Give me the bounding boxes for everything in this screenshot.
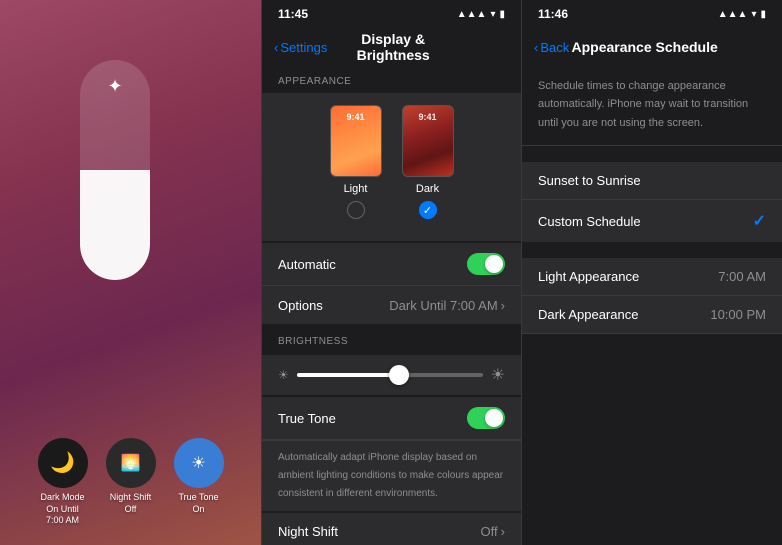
night-shift-button[interactable]: 🌅 Night ShiftOff	[106, 438, 156, 527]
true-tone-toggle-knob	[485, 409, 503, 427]
true-tone-desc-text: Automatically adapt iPhone display based…	[278, 452, 503, 499]
custom-schedule-label: Custom Schedule	[538, 214, 641, 229]
true-tone-toggle[interactable]	[467, 407, 505, 429]
status-icons-3: ▲▲▲ ▾ ▮	[718, 9, 766, 20]
dark-radio[interactable]: ✓	[419, 201, 437, 219]
brightness-slider-widget[interactable]: ✦	[80, 60, 150, 280]
sun-icon: ✦	[107, 76, 122, 97]
night-shift-label: Night ShiftOff	[110, 492, 152, 515]
back-button[interactable]: ‹ Settings	[274, 40, 327, 55]
appearance-options-row: 9:41 Light 9:41 Dark ✓	[278, 105, 505, 219]
brightness-track[interactable]	[297, 373, 483, 377]
automatic-label: Automatic	[278, 257, 336, 272]
bottom-icon-row: 🌙 Dark ModeOn Until7:00 AM 🌅 Night Shift…	[0, 438, 261, 527]
night-shift-value: Off ›	[481, 524, 505, 539]
signal-icon: ▲▲▲	[457, 9, 487, 20]
page-title: Display & Brightness	[327, 31, 459, 63]
dark-mode-icon-circle: 🌙	[38, 438, 88, 488]
light-label: Light	[344, 183, 368, 195]
light-theme-preview: 9:41	[330, 105, 382, 177]
brightness-section-header: BRIGHTNESS	[262, 326, 521, 353]
options-value: Dark Until 7:00 AM ›	[389, 298, 505, 313]
status-time-3: 11:46	[538, 7, 568, 21]
back-chevron-icon: ‹	[274, 40, 278, 55]
nav-bar: ‹ Settings Display & Brightness	[262, 28, 521, 66]
back-label-3: Back	[540, 40, 569, 55]
page-title-3: Appearance Schedule	[569, 39, 720, 55]
dark-appearance-time: 10:00 PM	[710, 307, 766, 322]
chevron-icon: ›	[501, 524, 505, 539]
light-preview-time: 9:41	[331, 112, 381, 122]
schedule-desc-text: Schedule times to change appearance auto…	[538, 80, 748, 129]
chevron-icon: ›	[501, 298, 505, 313]
back-chevron-icon-3: ‹	[534, 40, 538, 55]
night-shift-row[interactable]: Night Shift Off ›	[262, 513, 521, 545]
sun-small-icon: ☀	[278, 368, 289, 382]
schedule-description: Schedule times to change appearance auto…	[522, 66, 782, 146]
light-radio[interactable]	[347, 201, 365, 219]
appearance-section: 9:41 Light 9:41 Dark ✓	[262, 93, 521, 241]
wifi-icon-3: ▾	[751, 9, 756, 20]
options-row[interactable]: Options Dark Until 7:00 AM ›	[262, 286, 521, 324]
true-tone-row: True Tone	[262, 397, 521, 440]
brightness-fill	[80, 170, 150, 280]
display-brightness-panel: 11:45 ▲▲▲ ▾ ▮ ‹ Settings Display & Brigh…	[261, 0, 522, 545]
options-label: Options	[278, 298, 323, 313]
checkmark-icon: ✓	[753, 211, 766, 231]
dark-label: Dark	[416, 183, 439, 195]
dark-appearance-row[interactable]: Dark Appearance 10:00 PM	[522, 296, 782, 334]
status-icons: ▲▲▲ ▾ ▮	[457, 9, 505, 20]
sunset-sunrise-option[interactable]: Sunset to Sunrise	[522, 162, 782, 200]
dark-theme-preview: 9:41	[402, 105, 454, 177]
wifi-icon: ▾	[490, 9, 495, 20]
true-tone-icon-circle: ☀	[174, 438, 224, 488]
automatic-row: Automatic	[262, 243, 521, 286]
true-tone-button[interactable]: ☀ True ToneOn	[174, 438, 224, 527]
appearance-schedule-panel: 11:46 ▲▲▲ ▾ ▮ ‹ Back Appearance Schedule…	[522, 0, 782, 545]
brightness-thumb[interactable]	[389, 365, 409, 385]
signal-icon-3: ▲▲▲	[718, 9, 748, 20]
automatic-toggle[interactable]	[467, 253, 505, 275]
dark-mode-label: Dark ModeOn Until7:00 AM	[40, 492, 84, 527]
sunset-sunrise-label: Sunset to Sunrise	[538, 173, 641, 188]
status-time: 11:45	[278, 7, 308, 21]
brightness-row: ☀ ☀	[278, 365, 505, 385]
brightness-fill-bar	[297, 373, 399, 377]
light-appearance-time: 7:00 AM	[718, 269, 766, 284]
status-bar: 11:45 ▲▲▲ ▾ ▮	[262, 0, 521, 28]
night-shift-icon-circle: 🌅	[106, 438, 156, 488]
back-label: Settings	[280, 40, 327, 55]
true-tone-label: True ToneOn	[178, 492, 218, 515]
light-appearance-row[interactable]: Light Appearance 7:00 AM	[522, 258, 782, 296]
brightness-section: ☀ ☀	[262, 355, 521, 395]
night-shift-label: Night Shift	[278, 524, 338, 539]
appearance-section-header: APPEARANCE	[262, 66, 521, 93]
status-bar-3: 11:46 ▲▲▲ ▾ ▮	[522, 0, 782, 28]
control-center-panel: ✦ 🌙 Dark ModeOn Until7:00 AM 🌅 Night Shi…	[0, 0, 261, 545]
light-appearance-option[interactable]: 9:41 Light	[330, 105, 382, 219]
battery-icon: ▮	[499, 9, 505, 20]
dark-appearance-option[interactable]: 9:41 Dark ✓	[402, 105, 454, 219]
true-tone-description: Automatically adapt iPhone display based…	[262, 440, 521, 511]
back-button-3[interactable]: ‹ Back	[534, 40, 569, 55]
dark-preview-time: 9:41	[403, 112, 453, 122]
battery-icon-3: ▮	[760, 9, 766, 20]
toggle-knob	[485, 255, 503, 273]
custom-schedule-option[interactable]: Custom Schedule ✓	[522, 200, 782, 242]
nav-bar-3: ‹ Back Appearance Schedule	[522, 28, 782, 66]
true-tone-label: True Tone	[278, 411, 336, 426]
dark-appearance-label: Dark Appearance	[538, 307, 638, 322]
sun-large-icon: ☀	[491, 365, 505, 385]
dark-mode-button[interactable]: 🌙 Dark ModeOn Until7:00 AM	[38, 438, 88, 527]
light-appearance-label: Light Appearance	[538, 269, 639, 284]
